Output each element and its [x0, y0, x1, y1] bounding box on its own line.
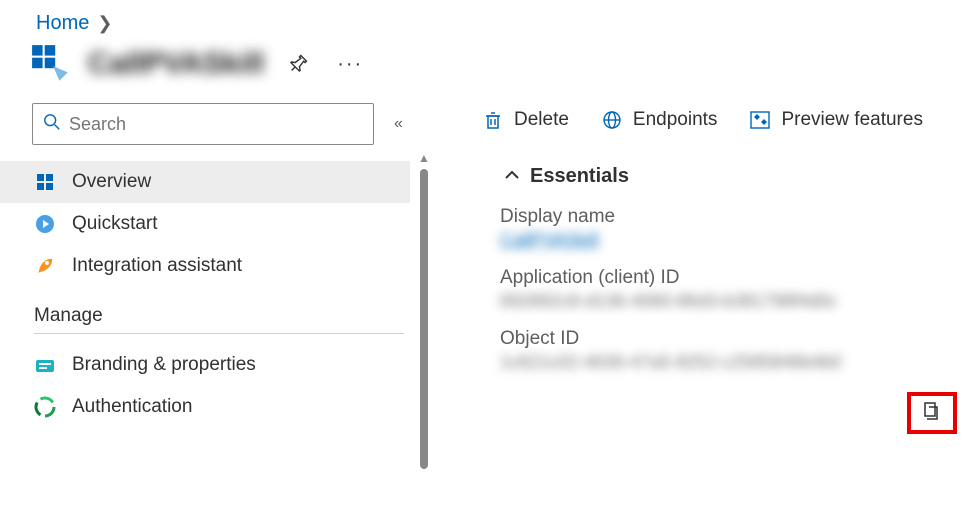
- button-label: Endpoints: [633, 109, 718, 131]
- divider: [34, 333, 404, 334]
- field-label: Application (client) ID: [500, 267, 979, 289]
- more-button[interactable]: ···: [332, 46, 368, 82]
- rocket-icon: [34, 255, 56, 277]
- nav-branding[interactable]: Branding & properties: [0, 344, 420, 386]
- nav-integration-assistant[interactable]: Integration assistant: [0, 245, 420, 287]
- nav-label: Quickstart: [72, 213, 158, 235]
- field-object-id: Object ID 1c621c02-4630-47a5-8252-c25858…: [482, 324, 979, 385]
- application-id-value: 692892c8-d136-4060-86d3-b381798f4d0c: [500, 291, 979, 312]
- copy-icon[interactable]: [922, 400, 942, 427]
- nav-label: Integration assistant: [72, 255, 242, 277]
- essentials-label: Essentials: [530, 165, 629, 188]
- field-display-name: Display name CallPVASkill: [482, 202, 979, 263]
- field-application-id: Application (client) ID 692892c8-d136-40…: [482, 263, 979, 324]
- object-id-value: 1c621c02-4630-47a5-8252-c2585846b4b0: [500, 352, 979, 373]
- nav-list: Overview Quickstart: [0, 161, 420, 428]
- search-input[interactable]: [69, 114, 363, 135]
- nav-authentication[interactable]: Authentication: [0, 386, 420, 428]
- globe-icon: [601, 109, 623, 131]
- preview-features-button[interactable]: Preview features: [749, 109, 923, 131]
- page-header: CallPVASkill ···: [0, 43, 979, 103]
- branding-icon: [34, 354, 56, 376]
- nav-overview[interactable]: Overview: [0, 161, 410, 203]
- section-manage-label: Manage: [0, 287, 420, 333]
- display-name-value[interactable]: CallPVASkill: [500, 230, 979, 251]
- search-icon: [43, 113, 61, 136]
- chevron-up-icon: [504, 168, 520, 186]
- field-label: Display name: [500, 206, 979, 228]
- nav-label: Overview: [72, 171, 151, 193]
- search-box[interactable]: [32, 103, 374, 145]
- overview-icon: [34, 171, 56, 193]
- scroll-up-arrow: ▲: [418, 151, 430, 165]
- delete-button[interactable]: Delete: [482, 109, 569, 131]
- page-title: CallPVASkill: [88, 47, 264, 81]
- collapse-sidebar-button[interactable]: «: [390, 111, 407, 137]
- nav-quickstart[interactable]: Quickstart: [0, 203, 420, 245]
- field-label: Object ID: [500, 328, 979, 350]
- auth-icon: [34, 396, 56, 418]
- trash-icon: [482, 109, 504, 131]
- app-registration-icon: [30, 43, 72, 85]
- breadcrumb-home[interactable]: Home: [36, 12, 89, 35]
- essentials-toggle[interactable]: Essentials: [482, 159, 979, 202]
- endpoints-button[interactable]: Endpoints: [601, 109, 718, 131]
- scrollbar[interactable]: ▲: [420, 161, 428, 428]
- chevron-right-icon: ❯: [97, 13, 112, 34]
- button-label: Delete: [514, 109, 569, 131]
- nav-label: Branding & properties: [72, 354, 256, 376]
- main-panel: Delete Endpoints: [420, 103, 979, 494]
- breadcrumb: Home ❯: [0, 0, 979, 43]
- copy-highlight-box: [907, 392, 957, 434]
- toolbar: Delete Endpoints: [482, 103, 979, 159]
- nav-label: Authentication: [72, 396, 192, 418]
- preview-icon: [749, 109, 771, 131]
- pin-button[interactable]: [280, 46, 316, 82]
- quickstart-icon: [34, 213, 56, 235]
- button-label: Preview features: [781, 109, 923, 131]
- sidebar: « Overview: [0, 103, 420, 494]
- scrollbar-thumb[interactable]: [420, 169, 428, 469]
